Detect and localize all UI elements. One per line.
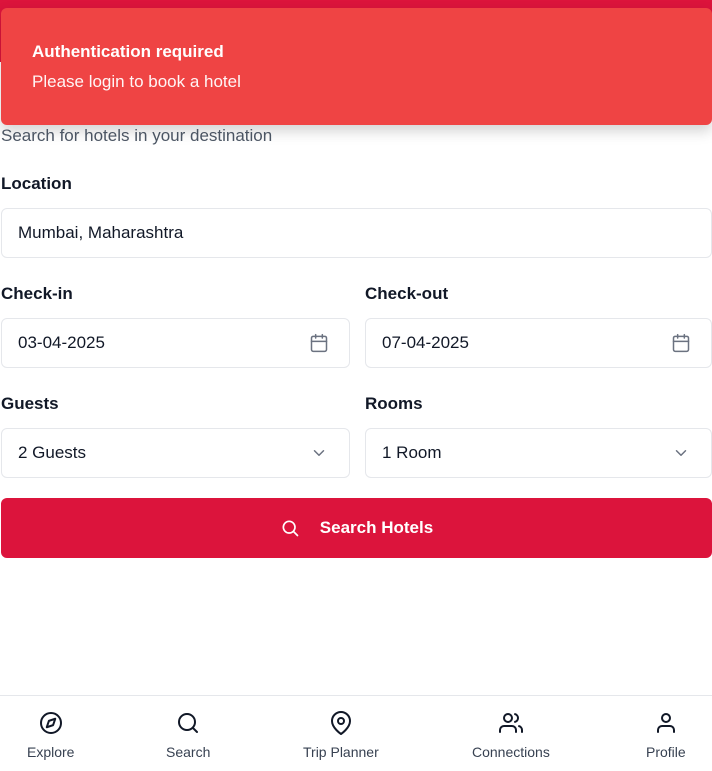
nav-item-connections[interactable]: Connections: [472, 710, 550, 760]
checkin-label: Check-in: [1, 284, 73, 303]
checkout-label: Check-out: [365, 284, 449, 303]
guests-select[interactable]: 2 Guests: [1, 428, 350, 478]
user-icon: [653, 710, 679, 736]
nav-item-search[interactable]: Search: [166, 710, 210, 760]
location-label: Location: [1, 174, 72, 193]
nav-label-explore: Explore: [27, 744, 75, 760]
rooms-label: Rooms: [365, 394, 423, 413]
nav-label-connections: Connections: [472, 744, 550, 760]
users-icon: [498, 710, 524, 736]
compass-icon: [38, 710, 64, 736]
chevron-down-icon: [309, 443, 329, 463]
guests-label: Guests: [1, 394, 59, 413]
calendar-icon[interactable]: [671, 333, 691, 353]
nav-label-search: Search: [166, 744, 211, 760]
chevron-down-icon: [671, 443, 691, 463]
nav-item-profile[interactable]: Profile: [646, 710, 686, 760]
toast-message: Please login to book a hotel: [32, 72, 241, 91]
guests-value: 2 Guests: [18, 443, 87, 462]
page-subtitle: Search for hotels in your destination: [1, 126, 273, 145]
nav-label-profile: Profile: [646, 744, 686, 760]
calendar-icon[interactable]: [309, 333, 329, 353]
checkin-date-input[interactable]: 03-04-2025: [1, 318, 350, 368]
rooms-select[interactable]: 1 Room: [365, 428, 712, 478]
nav-item-trip-planner[interactable]: Trip Planner: [303, 710, 379, 760]
map-pin-icon: [328, 710, 354, 736]
location-value: Mumbai, Maharashtra: [18, 223, 184, 242]
search-hotels-button[interactable]: Search Hotels: [1, 498, 712, 558]
nav-item-explore[interactable]: Explore: [27, 710, 74, 760]
checkout-value: 07-04-2025: [382, 333, 469, 352]
search-icon: [280, 518, 300, 538]
location-input[interactable]: Mumbai, Maharashtra: [1, 208, 712, 258]
rooms-value: 1 Room: [382, 443, 442, 462]
toast-title: Authentication required: [32, 42, 224, 61]
nav-label-trip-planner: Trip Planner: [303, 744, 379, 760]
bottom-nav: Explore Search Trip Planner Connections …: [0, 695, 712, 771]
auth-toast: Authentication required Please login to …: [1, 8, 712, 125]
search-hotels-label: Search Hotels: [319, 518, 434, 537]
checkin-value: 03-04-2025: [18, 333, 105, 352]
search-icon: [175, 710, 201, 736]
checkout-date-input[interactable]: 07-04-2025: [365, 318, 712, 368]
